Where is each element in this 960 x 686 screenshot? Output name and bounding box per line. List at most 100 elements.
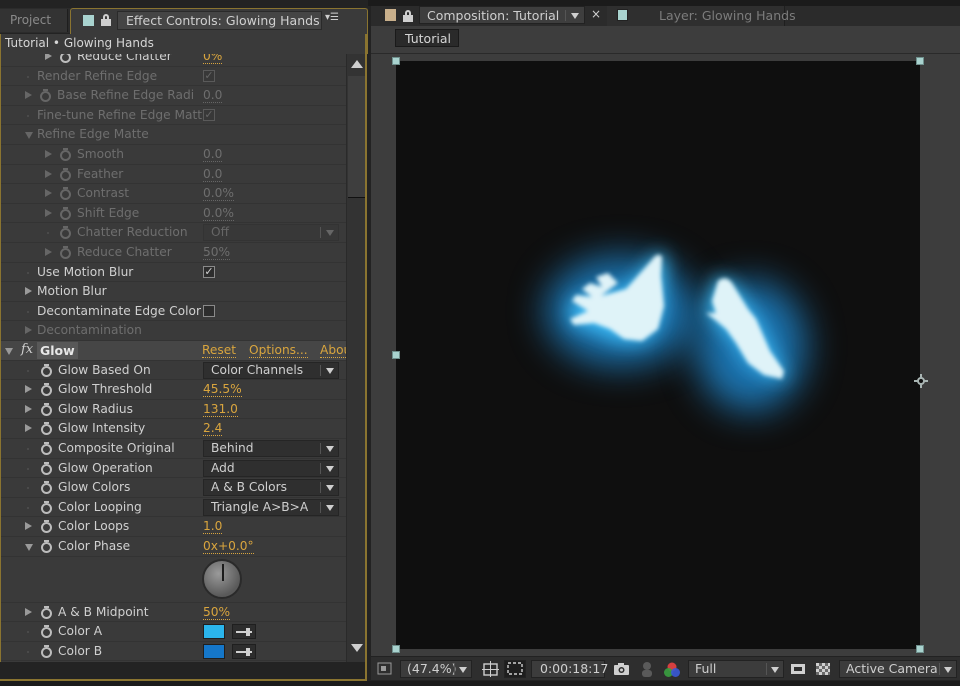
grid-guides-icon[interactable] xyxy=(482,661,500,677)
property-dropdown[interactable]: Off xyxy=(203,224,339,242)
property-row[interactable]: Smooth 0.0 xyxy=(1,145,346,165)
transparency-grid-icon[interactable] xyxy=(815,661,831,677)
collapse-arrow-icon[interactable] xyxy=(25,544,33,551)
property-value[interactable]: 0.0 xyxy=(203,167,223,182)
stopwatch-icon[interactable] xyxy=(60,206,71,220)
fast-previews-icon[interactable] xyxy=(790,661,806,677)
expand-arrow-icon[interactable] xyxy=(45,150,52,158)
property-value[interactable]: 1.0 xyxy=(203,519,223,535)
property-row[interactable]: Refine Edge Matte xyxy=(1,125,346,145)
panel-menu-icon[interactable]: ▾☰ xyxy=(325,12,349,28)
property-checkbox[interactable]: ✓ xyxy=(203,69,215,82)
expand-arrow-icon[interactable] xyxy=(25,385,32,394)
property-row[interactable]: Chatter Reduction Off xyxy=(1,223,346,243)
stopwatch-icon[interactable] xyxy=(41,500,52,514)
color-swatch[interactable] xyxy=(203,643,225,659)
collapse-arrow-icon[interactable] xyxy=(25,132,33,140)
stopwatch-icon[interactable] xyxy=(41,644,52,658)
lock-icon[interactable] xyxy=(101,14,111,26)
property-value[interactable]: 0x+0.0° xyxy=(203,539,254,554)
property-row[interactable]: Feather 0.0 xyxy=(1,165,346,185)
layer-handle-bottom-right[interactable] xyxy=(916,645,924,653)
glow-property-row[interactable]: Color Phase 0x+0.0° xyxy=(1,537,346,557)
expand-arrow-icon[interactable] xyxy=(25,326,32,335)
property-value[interactable]: 2.4 xyxy=(203,421,223,437)
stopwatch-icon[interactable] xyxy=(41,383,52,397)
scroll-down-arrow[interactable] xyxy=(351,644,363,652)
glow-property-row[interactable]: Color Loops 1.0 xyxy=(1,517,346,537)
channels-icon[interactable] xyxy=(662,661,682,677)
expand-arrow-icon[interactable] xyxy=(25,287,32,296)
property-checkbox[interactable]: ✓ xyxy=(203,265,215,278)
expand-arrow-icon[interactable] xyxy=(25,91,32,100)
expand-arrow-icon[interactable] xyxy=(45,169,52,178)
stopwatch-icon[interactable] xyxy=(41,520,52,534)
expand-arrow-icon[interactable] xyxy=(45,54,52,60)
stopwatch-icon[interactable] xyxy=(41,461,52,475)
about-link[interactable]: About... xyxy=(320,343,346,358)
property-row[interactable]: Motion Blur xyxy=(1,282,346,302)
fx-icon[interactable]: fx xyxy=(21,342,33,357)
eyedropper-icon[interactable] xyxy=(232,624,256,640)
vertical-scrollbar[interactable] xyxy=(346,54,365,662)
stopwatch-icon[interactable] xyxy=(60,226,71,240)
property-checkbox[interactable]: ✓ xyxy=(203,108,215,121)
property-value[interactable]: 131.0 xyxy=(203,402,238,417)
stopwatch-icon[interactable] xyxy=(40,89,51,103)
tab-layer[interactable]: Layer: Glowing Hands xyxy=(607,6,796,26)
glow-property-row[interactable]: Glow Intensity 2.4 xyxy=(1,419,346,439)
lock-icon[interactable] xyxy=(403,10,413,22)
tab-effect-controls[interactable]: Effect Controls: Glowing Hands ▾☰ xyxy=(70,8,368,34)
layer-handle-top-right[interactable] xyxy=(916,57,924,65)
stopwatch-icon[interactable] xyxy=(60,148,71,161)
chevron-down-icon[interactable] xyxy=(571,13,579,19)
options-link[interactable]: Options... xyxy=(249,343,308,358)
resolution-dropdown[interactable]: Full xyxy=(688,660,784,678)
snapshot-camera-icon[interactable] xyxy=(613,661,631,677)
glow-property-row[interactable]: Glow Colors A & B Colors xyxy=(1,478,346,498)
expand-arrow-icon[interactable] xyxy=(25,522,32,531)
property-checkbox[interactable] xyxy=(203,304,215,317)
glow-property-row[interactable]: Glow Based On Color Channels xyxy=(1,361,346,381)
property-dropdown[interactable]: A & B Colors xyxy=(203,479,339,497)
scroll-up-arrow[interactable] xyxy=(351,60,363,68)
show-snapshot-icon[interactable] xyxy=(639,661,655,677)
property-row[interactable]: Reduce Chatter 0% xyxy=(1,54,346,67)
property-row[interactable]: Base Refine Edge Radi 0.0 xyxy=(1,86,346,106)
composition-flowchart-button[interactable]: Tutorial xyxy=(395,29,459,47)
expand-arrow-icon[interactable] xyxy=(45,248,52,256)
stopwatch-icon[interactable] xyxy=(41,402,52,416)
collapse-arrow-icon[interactable] xyxy=(5,348,13,355)
property-value[interactable]: 50% xyxy=(203,605,231,620)
property-value[interactable]: 0.0 xyxy=(203,147,223,162)
property-value[interactable]: 45.5% xyxy=(203,382,242,398)
property-value[interactable]: 0% xyxy=(203,54,223,64)
always-preview-icon[interactable] xyxy=(377,661,393,677)
layer-handle-middle-left[interactable] xyxy=(392,351,400,359)
glow-property-row[interactable]: A & B Midpoint 50% xyxy=(1,603,346,623)
glow-property-row[interactable]: Glow Threshold 45.5% xyxy=(1,380,346,400)
glow-property-row[interactable]: Glow DimensionsHorizontal and Vertical xyxy=(1,661,346,662)
expand-arrow-icon[interactable] xyxy=(25,424,32,433)
stopwatch-icon[interactable] xyxy=(60,54,71,63)
effect-controls-title[interactable]: Effect Controls: Glowing Hands xyxy=(117,11,322,30)
stopwatch-icon[interactable] xyxy=(41,363,52,377)
color-phase-dial[interactable] xyxy=(202,558,242,599)
property-row[interactable]: Decontaminate Edge Color xyxy=(1,302,346,322)
layer-handle-bottom-left[interactable] xyxy=(392,645,400,653)
region-of-interest-button[interactable] xyxy=(504,660,526,678)
stopwatch-icon[interactable] xyxy=(60,167,71,181)
glow-property-row[interactable]: Glow Radius 131.0 xyxy=(1,400,346,420)
property-value[interactable]: 0.0 xyxy=(203,88,223,104)
property-row[interactable]: Reduce Chatter 50% xyxy=(1,243,346,263)
glow-property-row[interactable]: Color A xyxy=(1,622,346,642)
anchor-point-icon[interactable] xyxy=(914,374,928,388)
property-row[interactable]: Render Refine Edge ✓ xyxy=(1,67,346,87)
property-dropdown[interactable]: Color Channels xyxy=(203,361,339,379)
property-row[interactable]: Use Motion Blur ✓ xyxy=(1,263,346,283)
scroll-thumb[interactable] xyxy=(348,76,365,198)
glow-property-row[interactable]: Glow Operation Add xyxy=(1,459,346,479)
stopwatch-icon[interactable] xyxy=(41,605,52,619)
expand-arrow-icon[interactable] xyxy=(45,208,52,217)
composition-canvas[interactable] xyxy=(396,61,920,649)
